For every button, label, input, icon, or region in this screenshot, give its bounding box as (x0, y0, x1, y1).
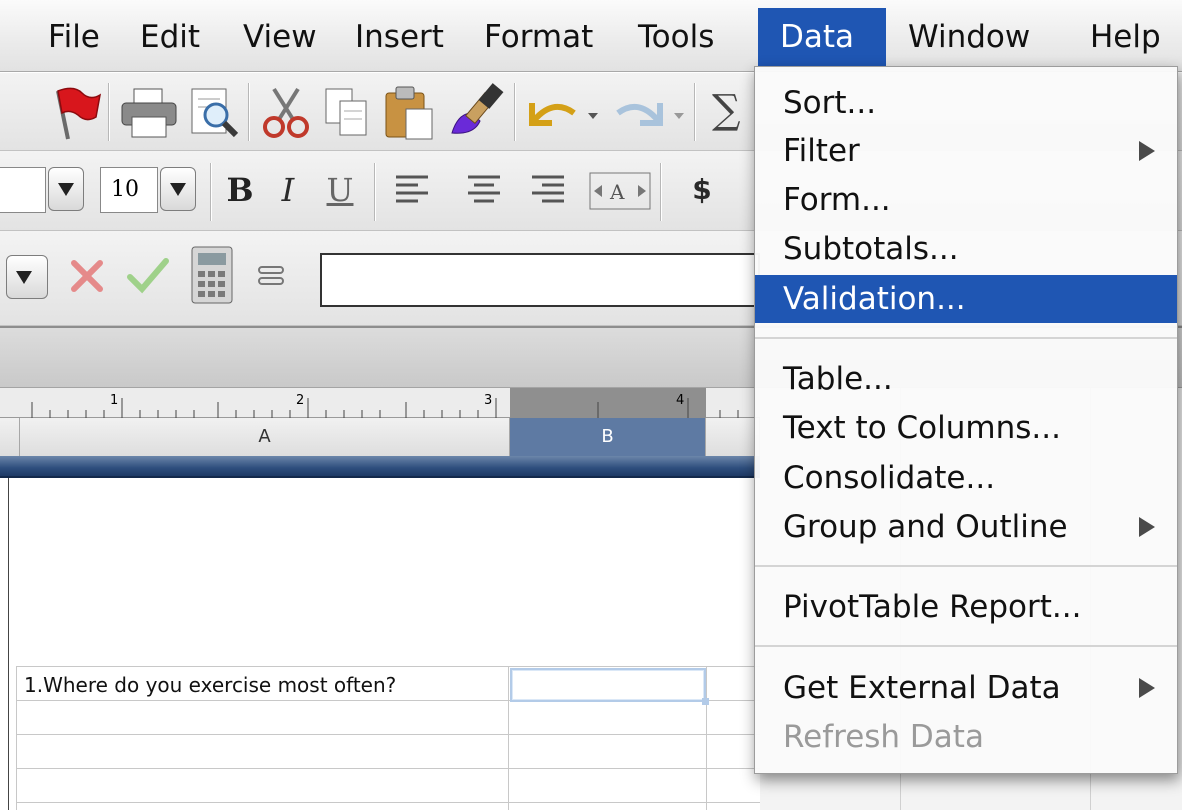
print-preview-icon[interactable] (186, 85, 242, 141)
ruler-mark-4: 4 (676, 393, 685, 408)
menu-item-label: Filter (783, 133, 860, 169)
submenu-arrow-icon (1139, 678, 1155, 698)
cancel-icon[interactable] (68, 257, 108, 297)
submenu-arrow-icon (1139, 141, 1155, 161)
currency-button[interactable]: $ (682, 165, 722, 215)
ruler-mark-2: 2 (296, 393, 305, 408)
font-name-field[interactable] (0, 167, 46, 213)
menu-item-label: Get External Data (783, 670, 1061, 706)
menu-separator (755, 337, 1177, 339)
menu-item-label: Sort... (783, 85, 877, 121)
ruler-mark-3: 3 (484, 393, 493, 408)
paste-icon[interactable] (380, 83, 436, 141)
column-header-c[interactable] (706, 418, 760, 456)
align-left-icon[interactable] (392, 171, 432, 211)
menu-item-get-external-data[interactable]: Get External Data (755, 664, 1177, 712)
formula-input[interactable] (320, 253, 760, 307)
menu-help[interactable]: Help (1078, 8, 1173, 66)
data-menu-dropdown: Sort... Filter Form... Subtotals... Vali… (754, 66, 1178, 774)
submenu-arrow-icon (1139, 517, 1155, 537)
column-header-b[interactable]: B (510, 418, 706, 456)
menu-item-label: Group and Outline (783, 509, 1068, 545)
name-box-dropdown[interactable] (6, 255, 48, 299)
menu-separator (755, 645, 1177, 647)
menu-window[interactable]: Window (896, 8, 1042, 66)
menu-data[interactable]: Data (758, 8, 886, 66)
cut-icon[interactable] (258, 85, 314, 141)
font-size-dropdown[interactable] (160, 167, 196, 211)
menu-item-filter[interactable]: Filter (755, 127, 1177, 175)
enter-check-icon[interactable] (126, 255, 170, 297)
menu-item-form[interactable]: Form... (755, 176, 1177, 224)
menu-item-table[interactable]: Table... (755, 355, 1177, 403)
calculator-icon[interactable] (190, 245, 234, 305)
menu-bar: File Edit View Insert Format Tools Data … (0, 0, 1182, 72)
menu-item-sort[interactable]: Sort... (755, 79, 1177, 127)
menu-item-label: Text to Columns... (783, 410, 1061, 446)
ruler: 1 2 3 4 (0, 388, 760, 418)
menu-item-label: Validation... (783, 281, 966, 317)
italic-button[interactable]: I (270, 165, 306, 215)
spreadsheet-grid[interactable]: 1.Where do you exercise most often? (0, 478, 760, 810)
cell-a1[interactable]: 1.Where do you exercise most often? (18, 668, 508, 702)
cell-b1-selected[interactable] (510, 668, 709, 705)
menu-item-pivottable-report[interactable]: PivotTable Report... (755, 583, 1177, 631)
menu-item-label: Table... (783, 361, 893, 397)
autosum-button[interactable]: ∑ (712, 87, 741, 133)
align-right-icon[interactable] (528, 171, 568, 211)
menu-item-consolidate[interactable]: Consolidate... (755, 454, 1177, 502)
menu-item-group-and-outline[interactable]: Group and Outline (755, 503, 1177, 551)
menu-item-label: Refresh Data (783, 719, 984, 755)
menu-view[interactable]: View (231, 8, 329, 66)
font-size-field[interactable]: 10 (100, 167, 158, 213)
flag-icon[interactable] (44, 83, 104, 143)
menu-item-validation[interactable]: Validation... (755, 275, 1177, 323)
equals-icon[interactable] (256, 263, 286, 289)
column-header-a[interactable]: A (20, 418, 510, 456)
menu-item-label: Form... (783, 182, 891, 218)
undo-icon[interactable] (522, 89, 602, 137)
menu-insert[interactable]: Insert (343, 8, 456, 66)
underline-button[interactable]: U (322, 165, 358, 215)
menu-file[interactable]: File (36, 8, 112, 66)
page-header-bar (0, 456, 760, 478)
column-headers: A B (0, 418, 760, 456)
corner-header[interactable] (0, 418, 20, 456)
menu-separator (755, 565, 1177, 567)
menu-tools[interactable]: Tools (626, 8, 726, 66)
copy-icon[interactable] (322, 85, 372, 141)
menu-item-subtotals[interactable]: Subtotals... (755, 225, 1177, 273)
menu-item-refresh-data: Refresh Data (755, 713, 1177, 761)
ruler-mark-1: 1 (110, 393, 119, 408)
menu-item-label: Consolidate... (783, 460, 996, 496)
format-painter-icon[interactable] (444, 83, 508, 141)
merge-center-icon[interactable]: A (588, 169, 652, 213)
bold-button[interactable]: B (220, 165, 260, 215)
menu-format[interactable]: Format (472, 8, 605, 66)
font-name-dropdown[interactable] (48, 167, 84, 211)
menu-item-text-to-columns[interactable]: Text to Columns... (755, 404, 1177, 452)
menu-item-label: Subtotals... (783, 231, 959, 267)
redo-icon[interactable] (608, 89, 688, 137)
align-center-icon[interactable] (464, 171, 504, 211)
menu-edit[interactable]: Edit (128, 8, 212, 66)
print-icon[interactable] (118, 85, 180, 141)
menu-item-label: PivotTable Report... (783, 589, 1082, 625)
svg-text:A: A (609, 180, 625, 204)
